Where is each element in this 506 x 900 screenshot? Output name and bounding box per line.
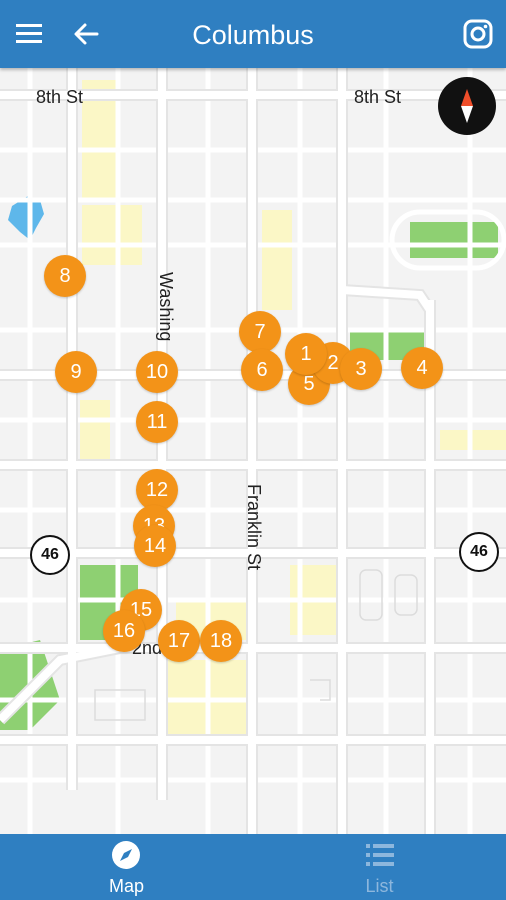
map-marker-9[interactable]: 9 (55, 351, 97, 393)
street-label-washington-st: Washing (156, 272, 176, 342)
map-marker-6[interactable]: 6 (241, 349, 283, 391)
map-marker-11[interactable]: 11 (136, 401, 178, 443)
water-body (8, 196, 44, 240)
map-marker-18[interactable]: 18 (200, 620, 242, 662)
compass-button[interactable] (438, 77, 496, 135)
map-marker-8[interactable]: 8 (44, 255, 86, 297)
map-marker-3[interactable]: 3 (340, 348, 382, 390)
compass-icon (461, 89, 473, 123)
tab-map-label: Map (108, 876, 144, 896)
tab-list-label: List (365, 876, 394, 896)
tab-map[interactable]: Map (0, 834, 253, 900)
map-marker-16[interactable]: 16 (103, 610, 145, 652)
major-roads (0, 68, 506, 834)
map-marker-7[interactable]: 7 (239, 311, 281, 353)
map-marker-14[interactable]: 14 (134, 525, 176, 567)
street-label-franklin-st: Franklin St (244, 484, 264, 571)
instagram-icon[interactable] (462, 18, 494, 50)
map-marker-4[interactable]: 4 (401, 347, 443, 389)
tab-list[interactable]: List (253, 834, 506, 900)
map-marker-17[interactable]: 17 (158, 620, 200, 662)
compass-icon (112, 841, 140, 869)
map-base (0, 68, 506, 834)
page-title: Columbus (192, 20, 314, 50)
street-label-8th-st-east: 8th St (354, 87, 402, 107)
bottom-nav: Map List (0, 834, 506, 900)
route-shield-46-east: 46 (459, 532, 499, 572)
route-shield-46: 46 (30, 535, 70, 575)
map-view[interactable]: 8th St 8th St Washing Franklin St 2nd 46… (0, 68, 506, 834)
app-bar: Columbus (0, 0, 506, 68)
street-label-8th-st: 8th St (36, 87, 84, 107)
map-marker-1[interactable]: 1 (285, 333, 327, 375)
list-icon (366, 844, 394, 866)
map-marker-10[interactable]: 10 (136, 351, 178, 393)
